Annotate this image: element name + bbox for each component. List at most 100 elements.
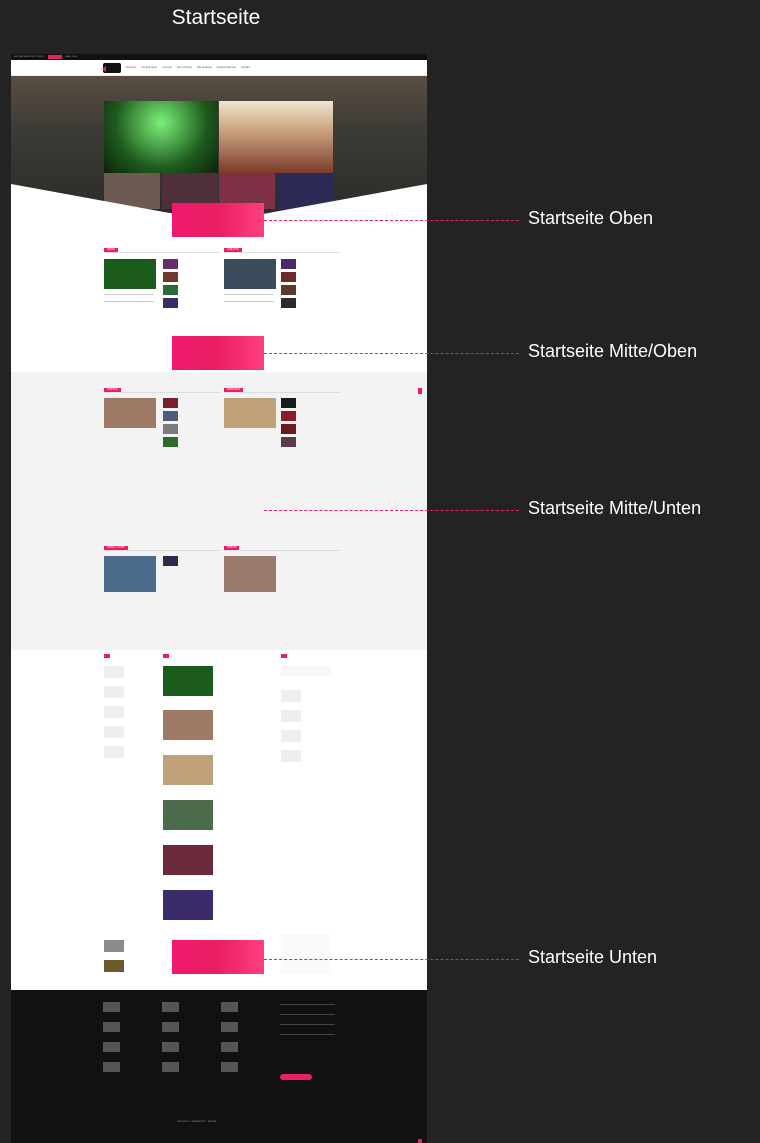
footer-thumb[interactable]: [221, 1002, 238, 1012]
article-image[interactable]: [163, 755, 213, 785]
nav-item-home[interactable]: Startseite: [126, 66, 137, 69]
scroll-top-button[interactable]: [418, 1139, 422, 1143]
sidebar-box: [281, 666, 331, 676]
article-thumb[interactable]: [163, 398, 178, 408]
article-thumb[interactable]: [281, 272, 296, 282]
rule-4: [224, 392, 340, 393]
footer-thumb[interactable]: [221, 1022, 238, 1032]
category-list: [281, 934, 331, 974]
article-image[interactable]: [163, 710, 213, 740]
footer-thumb[interactable]: [221, 1062, 238, 1072]
rule-2: [224, 252, 340, 253]
article-thumb[interactable]: [281, 298, 296, 308]
ad-slot-top[interactable]: [172, 203, 264, 237]
footer-link-kontakt[interactable]: Kontakt: [208, 1120, 216, 1123]
main-navigation: Startseite Festival News Line-Ups Event …: [11, 60, 427, 76]
sidebar-thumb[interactable]: [281, 730, 301, 742]
callout-bottom: Startseite Unten: [528, 947, 658, 967]
rule-1: [104, 252, 220, 253]
list-thumb[interactable]: [104, 726, 124, 738]
article-image[interactable]: [104, 259, 156, 289]
article-thumb[interactable]: [163, 437, 178, 447]
article-image[interactable]: [163, 800, 213, 830]
article-image[interactable]: [163, 890, 213, 920]
ad-slot-bottom[interactable]: [172, 940, 264, 974]
footer-line: [280, 1024, 335, 1025]
sidebar-thumb[interactable]: [281, 690, 301, 702]
article-image[interactable]: [224, 259, 276, 289]
callout-line-top: [264, 220, 519, 221]
footer-thumb[interactable]: [103, 1002, 120, 1012]
article-thumb[interactable]: [281, 411, 296, 421]
article-thumb[interactable]: [163, 411, 178, 421]
rule-6: [224, 550, 340, 551]
grey-band-section: [11, 372, 427, 650]
article-thumb[interactable]: [281, 437, 296, 447]
hero-article-1[interactable]: [104, 101, 218, 173]
nav-item-tickets[interactable]: Event Tickets: [177, 66, 192, 69]
list-thumb[interactable]: [104, 666, 124, 678]
article-image[interactable]: [224, 556, 276, 592]
ad-slot-middle-top[interactable]: [172, 336, 264, 370]
article-image[interactable]: [224, 398, 276, 428]
list-thumb[interactable]: [104, 706, 124, 718]
article-thumb[interactable]: [281, 424, 296, 434]
footer-link-datenschutz[interactable]: Datenschutz: [192, 1120, 206, 1123]
callout-top: Startseite Oben: [528, 208, 654, 228]
footer-line: [280, 1014, 335, 1015]
footer-thumb[interactable]: [162, 1022, 179, 1032]
footer-thumb[interactable]: [103, 1062, 120, 1072]
footer-link-impressum[interactable]: Impressum: [177, 1120, 189, 1123]
nav-item-contact[interactable]: Kontakt: [241, 66, 249, 69]
footer-thumb[interactable]: [103, 1022, 120, 1032]
article-thumb[interactable]: [163, 424, 178, 434]
article-thumb[interactable]: [281, 398, 296, 408]
list-label: [281, 654, 287, 658]
article-image[interactable]: [104, 556, 156, 592]
newsletter-button[interactable]: [280, 1074, 312, 1080]
sidebar-thumb[interactable]: [104, 940, 124, 952]
nav-item-news[interactable]: Festival News: [142, 66, 158, 69]
footer-line: [280, 1034, 335, 1035]
footer-thumb[interactable]: [103, 1042, 120, 1052]
sidebar-thumb[interactable]: [281, 710, 301, 722]
text-line: [104, 301, 154, 302]
sidebar-pink-accent: [418, 388, 422, 394]
article-image[interactable]: [163, 666, 213, 696]
nav-item-festivals[interactable]: Alle Festivals: [197, 66, 212, 69]
article-thumb[interactable]: [163, 272, 178, 282]
article-thumb[interactable]: [281, 259, 296, 269]
callout-line-bottom: [264, 959, 519, 960]
hero-section: [11, 76, 427, 222]
footer-thumb[interactable]: [162, 1002, 179, 1012]
sidebar-thumb[interactable]: [104, 960, 124, 972]
footer-thumb[interactable]: [221, 1042, 238, 1052]
nav-item-calendar[interactable]: Festival Kalender: [217, 66, 236, 69]
article-thumb[interactable]: [281, 285, 296, 295]
article-thumb[interactable]: [163, 556, 178, 566]
page-title: Startseite: [171, 6, 261, 29]
article-thumb[interactable]: [163, 285, 178, 295]
sidebar-thumb[interactable]: [281, 750, 301, 762]
callout-middle-top: Startseite Mitte/Oben: [528, 341, 698, 361]
list-thumb[interactable]: [104, 746, 124, 758]
text-line: [224, 294, 274, 295]
footer: Impressum · Datenschutz · Kontakt: [11, 990, 427, 1143]
list-label: [104, 654, 110, 658]
article-image[interactable]: [104, 398, 156, 428]
rule-5: [104, 550, 220, 551]
list-thumb[interactable]: [104, 686, 124, 698]
hero-article-2[interactable]: [219, 101, 333, 173]
footer-thumb[interactable]: [162, 1042, 179, 1052]
topbar-text-right: HARD CLUB: [65, 56, 78, 58]
callout-middle-bottom: Startseite Mitte/Unten: [528, 498, 702, 518]
footer-thumb[interactable]: [162, 1062, 179, 1072]
text-line: [104, 294, 154, 295]
article-thumb[interactable]: [163, 298, 178, 308]
article-image[interactable]: [163, 845, 213, 875]
list-label: [163, 654, 169, 658]
text-line: [224, 301, 274, 302]
site-logo[interactable]: [102, 62, 121, 73]
article-thumb[interactable]: [163, 259, 178, 269]
nav-item-lineups[interactable]: Line-Ups: [162, 66, 172, 69]
